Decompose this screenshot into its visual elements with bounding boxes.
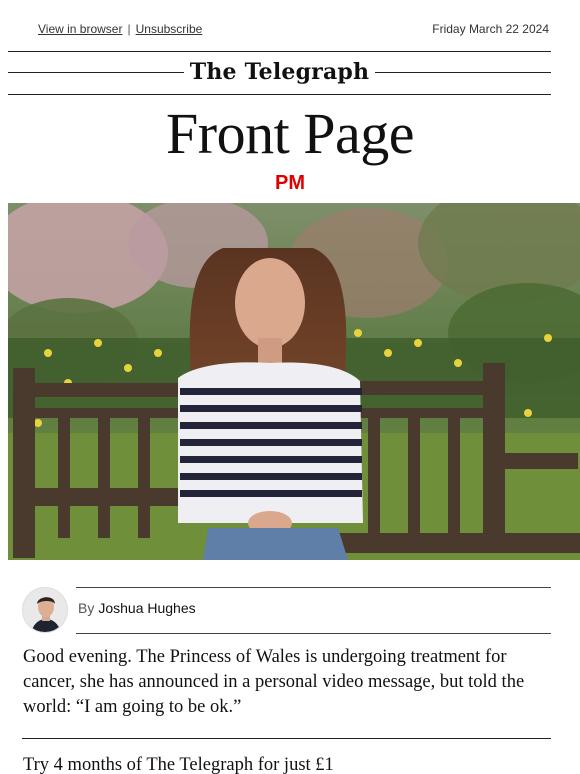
telegraph-logo[interactable]: The Telegraph [184,59,375,85]
email-top-bar: View in browser | Unsubscribe Friday March… [0,0,580,52]
header-links: View in browser | Unsubscribe [38,22,202,36]
author-avatar[interactable] [22,587,68,633]
masthead: The Telegraph [8,58,551,86]
view-in-browser-link[interactable]: View in browser [38,22,122,36]
lede-paragraph: Good evening. The Princess of Wales is u… [23,647,525,717]
page-title: Front Page [166,101,414,166]
masthead-bottom-rule [8,94,551,95]
byline: By Joshua Hughes [22,586,558,634]
byline-prefix: By [78,600,95,616]
promo-rule [22,738,551,739]
author-avatar-icon [23,588,67,632]
top-rule [8,51,551,52]
header-separator: | [127,22,131,36]
masthead-right-rule [375,71,551,73]
unsubscribe-link[interactable]: Unsubscribe [136,22,203,36]
hero-photo[interactable] [8,203,580,560]
edition-label: PM [275,172,305,194]
author-name[interactable]: Joshua Hughes [98,600,195,616]
hero-photo-illustration [8,203,580,560]
issue-date: Friday March 22 2024 [432,22,549,36]
masthead-left-rule [8,71,184,73]
byline-bottom-rule [76,633,551,634]
byline-text: By Joshua Hughes [78,600,196,616]
subscription-promo-link[interactable]: Try 4 months of The Telegraph for just £… [23,755,334,774]
